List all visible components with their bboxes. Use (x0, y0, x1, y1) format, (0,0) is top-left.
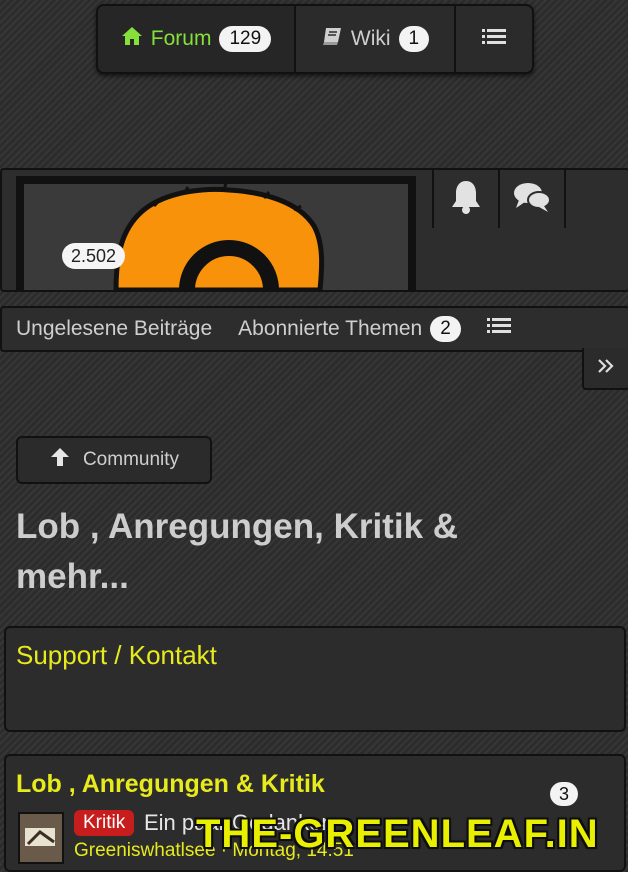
chat-bubbles-icon (513, 181, 551, 218)
nav-forum-label: Forum (150, 27, 212, 50)
member-count-badge: 2.502 (62, 243, 126, 269)
unread-posts-link[interactable]: Ungelesene Beiträge (16, 317, 212, 341)
bell-icon (449, 179, 483, 220)
subnav-menu-button[interactable] (486, 316, 511, 342)
double-chevron-right-icon (597, 357, 615, 380)
thread-count-badge: 3 (550, 782, 579, 806)
thread-tag[interactable]: Kritik (74, 810, 135, 836)
avatar[interactable] (18, 812, 64, 864)
nav-forum-button[interactable]: Forum 129 (98, 6, 296, 72)
watermark: THE-GREENLEAF.IN (196, 812, 599, 856)
conversations-button[interactable] (498, 170, 564, 228)
page-title: Lob , Anregungen, Kritik & mehr... (16, 507, 459, 596)
book-icon (321, 26, 343, 52)
forum-count-badge: 129 (219, 26, 272, 52)
secondary-nav: Ungelesene Beiträge Abonnierte Themen 2 (0, 306, 628, 352)
arrow-up-icon (49, 446, 71, 474)
subscribed-topics-link[interactable]: Abonnierte Themen 2 (238, 316, 461, 342)
parent-forum-button[interactable]: Community (16, 436, 212, 484)
subscribed-count-badge: 2 (430, 316, 461, 342)
expand-button[interactable] (582, 348, 628, 390)
site-logo[interactable] (16, 176, 416, 290)
forum-link-support[interactable]: Support / Kontakt (16, 640, 217, 671)
home-icon (121, 26, 143, 52)
wiki-count-badge: 1 (398, 26, 430, 52)
nav-menu-button[interactable] (456, 6, 532, 72)
forum-link-lob[interactable]: Lob , Anregungen & Kritik (16, 770, 325, 799)
nav-wiki-button[interactable]: Wiki 1 (296, 6, 456, 72)
top-nav: Forum 129 Wiki 1 (96, 4, 534, 74)
list-icon (482, 27, 506, 52)
forum-card-support: Support / Kontakt (4, 626, 626, 732)
subscribed-topics-label: Abonnierte Themen (238, 317, 423, 340)
notifications-button[interactable] (432, 170, 498, 228)
logo-artwork (24, 184, 408, 290)
list-icon (486, 318, 511, 341)
unread-posts-label: Ungelesene Beiträge (16, 317, 213, 340)
nav-wiki-label: Wiki (350, 27, 391, 50)
parent-forum-label: Community (82, 449, 180, 470)
divider (564, 170, 566, 228)
